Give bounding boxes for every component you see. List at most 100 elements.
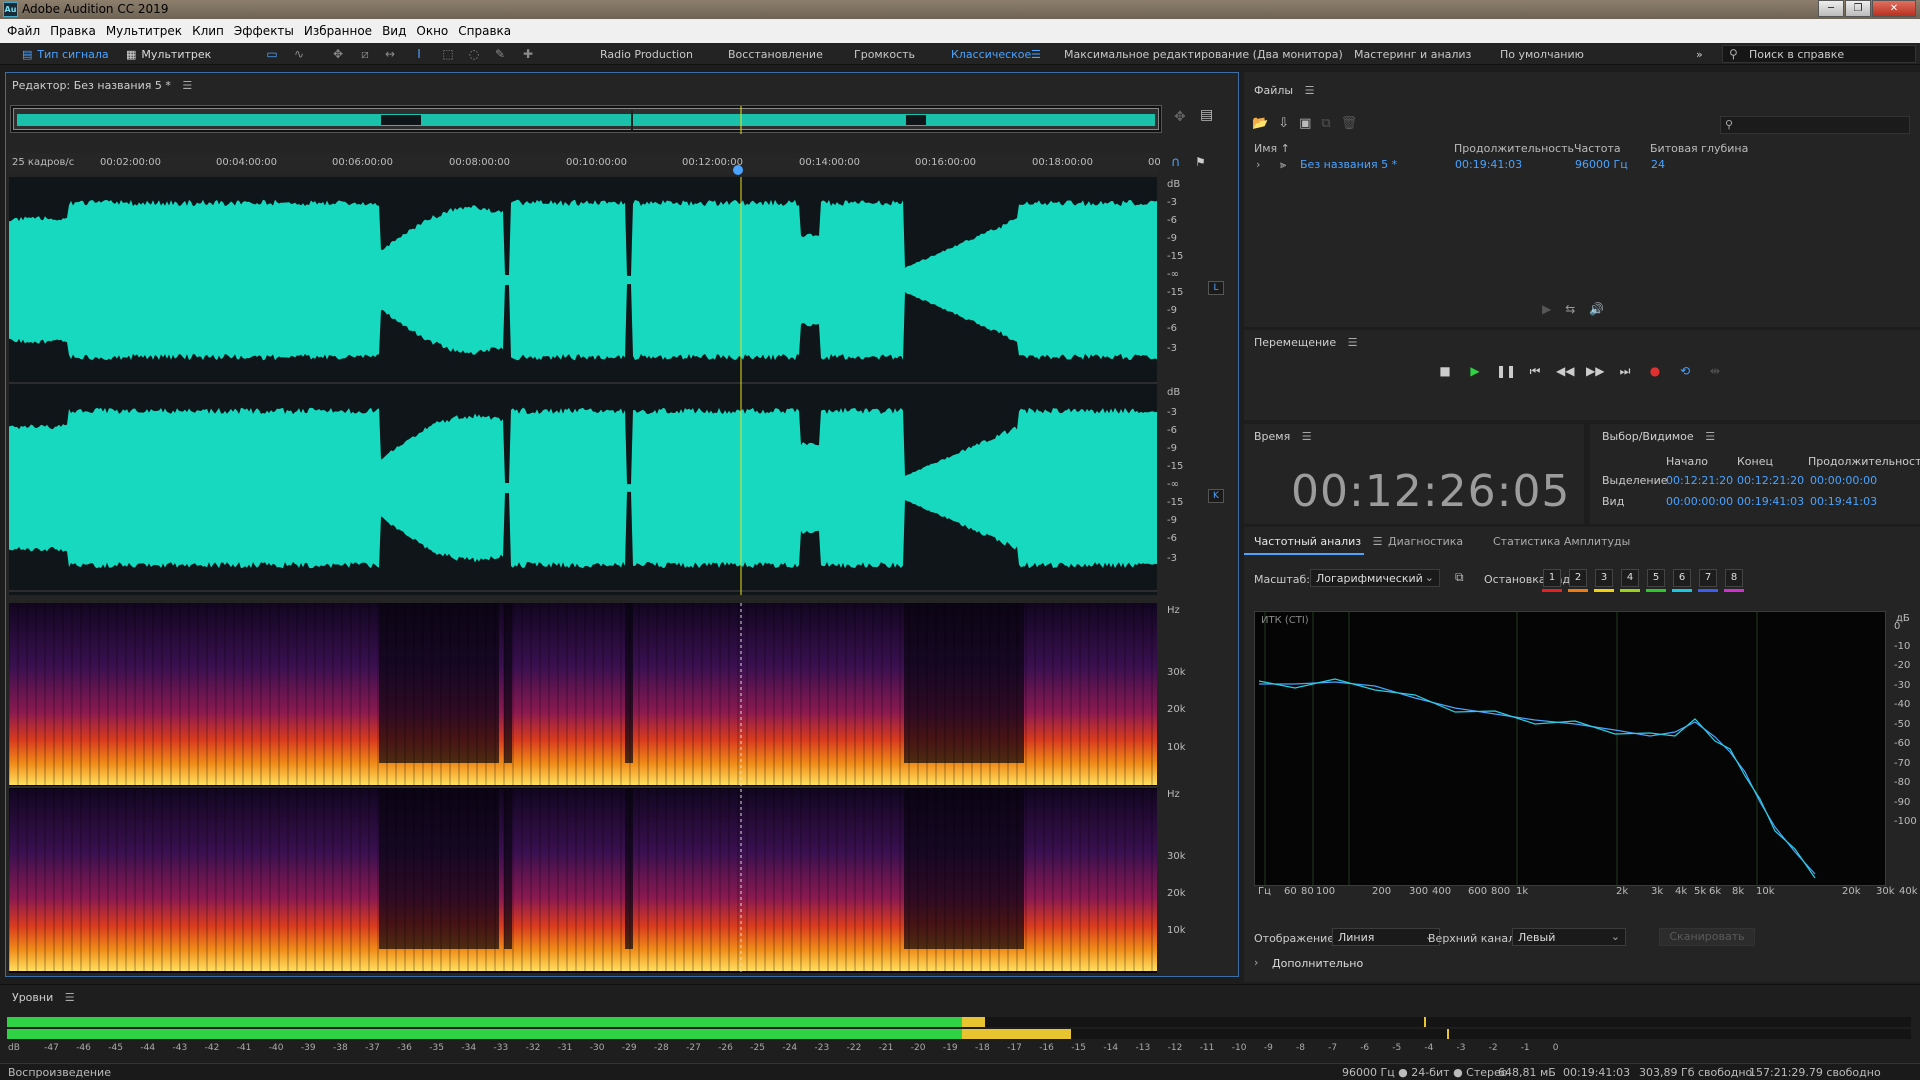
col-depth[interactable]: Битовая глубина (1650, 142, 1748, 155)
file-name[interactable]: Без названия 5 * (1300, 158, 1397, 171)
overview-options-icon[interactable]: ▤ (1200, 107, 1213, 123)
slip-tool-icon[interactable]: ↔ (382, 47, 398, 61)
expand-advanced-icon[interactable]: › (1254, 956, 1258, 969)
menu-clip[interactable]: Клип (187, 24, 229, 38)
rewind-icon[interactable]: ◀◀ (1556, 362, 1574, 380)
minimize-button[interactable]: ─ (1818, 0, 1844, 17)
tab-amplitude-stats[interactable]: Статистика Амплитуды (1493, 535, 1630, 548)
previous-icon[interactable]: ⏮ (1526, 362, 1544, 380)
playhead-handle[interactable] (733, 165, 743, 175)
editor-menu-icon[interactable]: ☰ (182, 79, 192, 92)
frequency-plot[interactable]: ИТК (CTI) (1254, 611, 1886, 886)
scale-dropdown[interactable]: Логарифмический ⌄ (1310, 569, 1440, 587)
brush-tool-icon[interactable]: ✎ (492, 47, 508, 61)
spectral-display-icon[interactable]: ∿ (291, 47, 307, 61)
zoom-overview-icon[interactable]: ✥ (1174, 109, 1186, 125)
hold-frame-3-button[interactable]: 3 (1595, 569, 1613, 587)
menu-effects[interactable]: Эффекты (229, 24, 299, 38)
col-name[interactable]: Имя ↑ (1254, 142, 1290, 155)
workspace-default[interactable]: По умолчанию (1500, 48, 1584, 61)
col-rate[interactable]: Частота (1574, 142, 1621, 155)
menu-favorites[interactable]: Избранное (299, 24, 377, 38)
view-start[interactable]: 00:00:00:00 (1666, 495, 1733, 508)
workspace-loudness[interactable]: Громкость (854, 48, 915, 61)
loop-preview-icon[interactable]: ⇆ (1565, 302, 1575, 316)
tab-diagnostics[interactable]: Диагностика (1388, 535, 1463, 548)
menu-view[interactable]: Вид (377, 24, 411, 38)
workspace-restoration[interactable]: Восстановление (728, 48, 823, 61)
lasso-tool-icon[interactable]: ◌ (466, 47, 482, 61)
menu-window[interactable]: Окно (411, 24, 453, 38)
help-search-input[interactable]: ⚲ Поиск в справке (1722, 45, 1916, 63)
play-preview-icon[interactable]: ▶ (1542, 302, 1551, 316)
workspace-mastering[interactable]: Мастеринг и анализ (1354, 48, 1471, 61)
autoplay-icon[interactable]: 🔊 (1589, 302, 1604, 316)
workspace-menu-icon[interactable]: ☰ (1031, 48, 1041, 61)
copy-icon[interactable]: ⧉ (1455, 570, 1464, 585)
skip-selection-icon[interactable]: ⇹ (1706, 362, 1724, 380)
overview-bar[interactable] (10, 105, 1162, 134)
files-search-input[interactable]: ⚲ (1720, 116, 1910, 134)
close-button[interactable]: ✕ (1872, 0, 1916, 17)
marquee-tool-icon[interactable]: ⬚ (440, 47, 456, 61)
waveform-display[interactable] (9, 177, 1157, 595)
levels-menu-icon[interactable]: ☰ (65, 991, 75, 1004)
loop-icon[interactable]: ⟲ (1676, 362, 1694, 380)
hold-frame-8-button[interactable]: 8 (1725, 569, 1743, 587)
time-selection-tool-icon[interactable]: I (411, 47, 427, 61)
menu-multitrack[interactable]: Мультитрек (101, 24, 187, 38)
marker-icon[interactable]: ⚑ (1195, 155, 1206, 169)
waveform-view-button[interactable]: ▤ Тип сигнала (22, 46, 109, 62)
advanced-toggle[interactable]: Дополнительно (1272, 957, 1363, 970)
maximize-button[interactable]: ❐ (1845, 0, 1871, 17)
selection-duration[interactable]: 00:00:00:00 (1810, 474, 1877, 487)
channel-right-toggle[interactable]: K (1208, 489, 1224, 503)
menu-edit[interactable]: Правка (45, 24, 101, 38)
col-duration[interactable]: Продолжительность (1454, 142, 1574, 155)
hold-frame-2-button[interactable]: 2 (1569, 569, 1587, 587)
transport-menu-icon[interactable]: ☰ (1348, 336, 1358, 349)
record-icon[interactable]: ● (1646, 362, 1664, 380)
waveform-display-icon[interactable]: ▭ (264, 47, 280, 61)
hold-frame-1-button[interactable]: 1 (1543, 569, 1561, 587)
more-workspaces-icon[interactable]: » (1696, 48, 1703, 61)
expand-chevron-icon[interactable]: › (1256, 158, 1260, 171)
tab-frequency-analysis[interactable]: Частотный анализ ☰ (1254, 535, 1382, 548)
hold-frame-4-button[interactable]: 4 (1621, 569, 1639, 587)
display-dropdown[interactable]: Линия ⌄ (1332, 928, 1440, 946)
scan-button[interactable]: Сканировать (1659, 928, 1755, 946)
open-folder-icon[interactable]: 📂 (1252, 116, 1268, 131)
hold-frame-6-button[interactable]: 6 (1673, 569, 1691, 587)
razor-tool-icon[interactable]: ⧄ (357, 47, 373, 61)
channel-dropdown[interactable]: Левый ⌄ (1512, 928, 1626, 946)
insert-icon[interactable]: ⧉ (1321, 116, 1330, 131)
delete-icon[interactable]: 🗑 (1341, 116, 1358, 131)
spot-healing-tool-icon[interactable]: ✚ (520, 47, 536, 61)
pause-icon[interactable]: ❚❚ (1496, 362, 1516, 380)
selection-start[interactable]: 00:12:21:20 (1666, 474, 1733, 487)
frequency-menu-icon[interactable]: ☰ (1373, 535, 1383, 548)
menu-help[interactable]: Справка (453, 24, 516, 38)
view-duration[interactable]: 00:19:41:03 (1810, 495, 1877, 508)
stop-icon[interactable]: ■ (1436, 362, 1454, 380)
time-menu-icon[interactable]: ☰ (1302, 430, 1312, 443)
selection-menu-icon[interactable]: ☰ (1705, 430, 1715, 443)
workspace-classic[interactable]: Классическое (951, 48, 1031, 61)
snap-icon[interactable]: ∩ (1171, 155, 1181, 170)
spectral-display[interactable] (8, 603, 1157, 973)
workspace-max-editing[interactable]: Максимальное редактирование (Два монитор… (1064, 48, 1343, 61)
move-tool-icon[interactable]: ✥ (330, 47, 346, 61)
files-menu-icon[interactable]: ☰ (1305, 84, 1315, 97)
import-icon[interactable]: ⇩ (1278, 116, 1289, 131)
new-file-icon[interactable]: ▣ (1299, 116, 1311, 131)
workspace-radio-production[interactable]: Radio Production (600, 48, 693, 61)
hold-frame-5-button[interactable]: 5 (1647, 569, 1665, 587)
view-end[interactable]: 00:19:41:03 (1737, 495, 1804, 508)
selection-end[interactable]: 00:12:21:20 (1737, 474, 1804, 487)
next-icon[interactable]: ⏭ (1616, 362, 1634, 380)
hold-frame-7-button[interactable]: 7 (1699, 569, 1717, 587)
time-ruler[interactable]: 25 кадров/с 00:02:00:00 00:04:00:00 00:0… (8, 153, 1161, 175)
fast-forward-icon[interactable]: ▶▶ (1586, 362, 1604, 380)
channel-left-toggle[interactable]: L (1208, 281, 1224, 295)
multitrack-view-button[interactable]: ▦ Мультитрек (126, 46, 211, 62)
